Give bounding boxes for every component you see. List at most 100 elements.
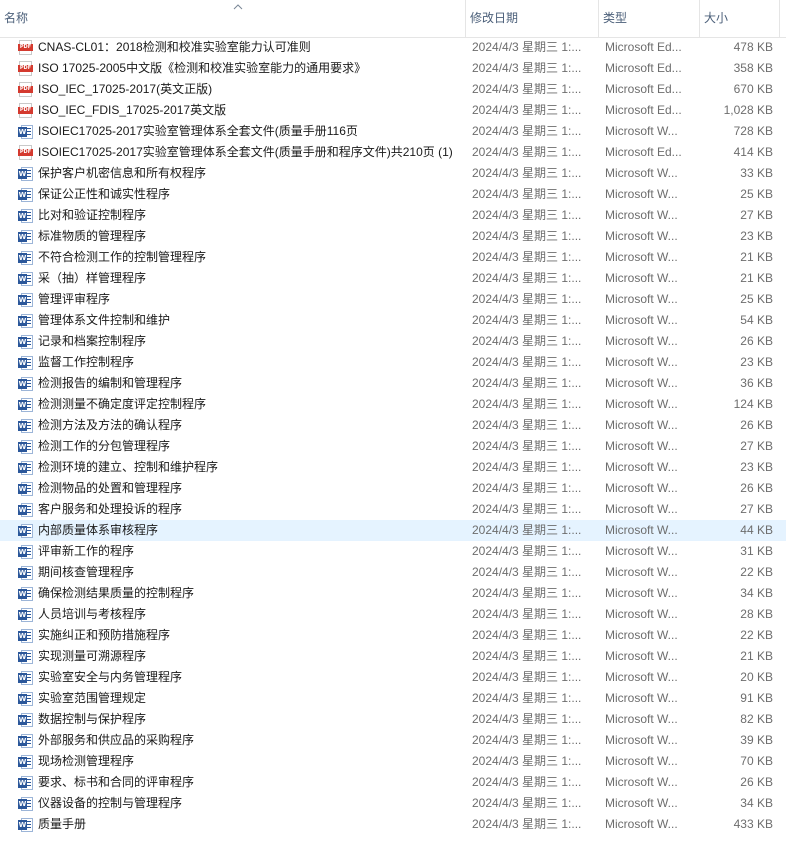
file-size: 21 KB	[740, 649, 773, 663]
file-row[interactable]: PDF CNAS-CL01：2018检测和校准实验室能力认可准则 2024/4/3 …	[0, 37, 786, 58]
word-file-icon: W	[18, 397, 33, 412]
file-row[interactable]: W 实验室安全与内务管理程序 2024/4/3 星期三 1:... Microsoft…	[0, 667, 786, 688]
file-name: 检测报告的编制和管理程序	[38, 376, 183, 390]
file-row[interactable]: W 检测工作的分包管理程序 2024/4/3 星期三 1:... Microsoft …	[0, 436, 786, 457]
file-size: 34 KB	[740, 586, 773, 600]
file-name: 实施纠正和预防措施程序	[38, 628, 171, 642]
file-row[interactable]: W 评审新工作的程序 2024/4/3 星期三 1:... Microsoft W..…	[0, 541, 786, 562]
file-row[interactable]: W 确保检测结果质量的控制程序 2024/4/3 星期三 1:... Microsof…	[0, 583, 786, 604]
file-name: 实现测量可溯源程序	[38, 649, 147, 663]
file-modified-date: 2024/4/3 星期三 1:...	[472, 397, 582, 411]
file-name: 客户服务和处理投诉的程序	[38, 502, 183, 516]
file-row[interactable]: W 不符合检测工作的控制管理程序 2024/4/3 星期三 1:... Microso…	[0, 247, 786, 268]
file-modified-date: 2024/4/3 星期三 1:...	[472, 670, 582, 684]
file-name: 检测物品的处置和管理程序	[38, 481, 183, 495]
file-row[interactable]: W 实施纠正和预防措施程序 2024/4/3 星期三 1:... Microsoft …	[0, 625, 786, 646]
file-name: 采（抽）样管理程序	[38, 271, 147, 285]
file-row[interactable]: W 检测报告的编制和管理程序 2024/4/3 星期三 1:... Microsoft…	[0, 373, 786, 394]
word-file-icon: W	[18, 418, 33, 433]
file-row[interactable]: W 实验室范围管理规定 2024/4/3 星期三 1:... Microsoft W.…	[0, 688, 786, 709]
file-row[interactable]: W 标准物质的管理程序 2024/4/3 星期三 1:... Microsoft W.…	[0, 226, 786, 247]
file-type: Microsoft Ed...	[605, 145, 682, 159]
file-row[interactable]: W 管理评审程序 2024/4/3 星期三 1:... Microsoft W... 2…	[0, 289, 786, 310]
file-name: 保证公正性和诚实性程序	[38, 187, 171, 201]
file-name: 监督工作控制程序	[38, 355, 135, 369]
word-file-icon: W	[18, 376, 33, 391]
file-row[interactable]: W 保证公正性和诚实性程序 2024/4/3 星期三 1:... Microsoft …	[0, 184, 786, 205]
file-size: 670 KB	[733, 82, 773, 96]
file-row[interactable]: W 要求、标书和合同的评审程序 2024/4/3 星期三 1:... Microsof…	[0, 772, 786, 793]
file-modified-date: 2024/4/3 星期三 1:...	[472, 334, 582, 348]
file-row[interactable]: W 采（抽）样管理程序 2024/4/3 星期三 1:... Microsoft W.…	[0, 268, 786, 289]
file-name: ISOIEC17025-2017实验室管理体系全套文件(质量手册116页	[38, 124, 358, 138]
file-row[interactable]: W 管理体系文件控制和维护 2024/4/3 星期三 1:... Microsoft …	[0, 310, 786, 331]
file-modified-date: 2024/4/3 星期三 1:...	[472, 103, 582, 117]
file-row[interactable]: PDF ISOIEC17025-2017实验室管理体系全套文件(质量手册和程序文件…	[0, 142, 786, 163]
file-row[interactable]: W 检测物品的处置和管理程序 2024/4/3 星期三 1:... Microsoft…	[0, 478, 786, 499]
file-size: 25 KB	[740, 187, 773, 201]
file-row[interactable]: W 现场检测管理程序 2024/4/3 星期三 1:... Microsoft W..…	[0, 751, 786, 772]
file-row[interactable]: W 记录和档案控制程序 2024/4/3 星期三 1:... Microsoft W.…	[0, 331, 786, 352]
file-row[interactable]: W ISOIEC17025-2017实验室管理体系全套文件(质量手册116页 202…	[0, 121, 786, 142]
file-modified-date: 2024/4/3 星期三 1:...	[472, 460, 582, 474]
file-type: Microsoft W...	[605, 754, 678, 768]
file-type: Microsoft W...	[605, 166, 678, 180]
file-name: 外部服务和供应品的采购程序	[38, 733, 195, 747]
file-type: Microsoft W...	[605, 292, 678, 306]
pdf-file-icon: PDF	[18, 103, 33, 118]
file-row[interactable]: W 人员培训与考核程序 2024/4/3 星期三 1:... Microsoft W.…	[0, 604, 786, 625]
file-row[interactable]: W 质量手册 2024/4/3 星期三 1:... Microsoft W... 433…	[0, 814, 786, 835]
file-row[interactable]: W 仪器设备的控制与管理程序 2024/4/3 星期三 1:... Microsoft…	[0, 793, 786, 814]
file-row[interactable]: W 检测测量不确定度评定控制程序 2024/4/3 星期三 1:... Microso…	[0, 394, 786, 415]
file-name: 记录和档案控制程序	[38, 334, 147, 348]
file-modified-date: 2024/4/3 星期三 1:...	[472, 61, 582, 75]
file-row[interactable]: W 客户服务和处理投诉的程序 2024/4/3 星期三 1:... Microsoft…	[0, 499, 786, 520]
file-size: 21 KB	[740, 250, 773, 264]
word-file-icon: W	[18, 355, 33, 370]
file-type: Microsoft W...	[605, 712, 678, 726]
file-row[interactable]: PDF ISO_IEC_FDIS_17025-2017英文版 2024/4/3 星期…	[0, 100, 786, 121]
file-row[interactable]: W 监督工作控制程序 2024/4/3 星期三 1:... Microsoft W..…	[0, 352, 786, 373]
word-file-icon: W	[18, 334, 33, 349]
file-name: ISO_IEC_17025-2017(英文正版)	[38, 82, 213, 96]
file-type: Microsoft W...	[605, 397, 678, 411]
file-row[interactable]: W 保护客户机密信息和所有权程序 2024/4/3 星期三 1:... Microso…	[0, 163, 786, 184]
file-row[interactable]: W 外部服务和供应品的采购程序 2024/4/3 星期三 1:... Microsof…	[0, 730, 786, 751]
file-row[interactable]: W 比对和验证控制程序 2024/4/3 星期三 1:... Microsoft W.…	[0, 205, 786, 226]
column-header-type[interactable]: 类型	[599, 0, 700, 37]
file-name: 检测工作的分包管理程序	[38, 439, 171, 453]
file-name: 实验室范围管理规定	[38, 691, 147, 705]
file-row[interactable]: W 实现测量可溯源程序 2024/4/3 星期三 1:... Microsoft W.…	[0, 646, 786, 667]
file-type: Microsoft W...	[605, 334, 678, 348]
file-size: 26 KB	[740, 481, 773, 495]
file-modified-date: 2024/4/3 星期三 1:...	[472, 439, 582, 453]
file-modified-date: 2024/4/3 星期三 1:...	[472, 754, 582, 768]
file-row[interactable]: W 检测环境的建立、控制和维护程序 2024/4/3 星期三 1:... Micros…	[0, 457, 786, 478]
file-size: 26 KB	[740, 418, 773, 432]
file-size: 36 KB	[740, 376, 773, 390]
file-modified-date: 2024/4/3 星期三 1:...	[472, 124, 582, 138]
file-type: Microsoft Ed...	[605, 61, 682, 75]
file-size: 1,028 KB	[723, 103, 773, 117]
file-name: 标准物质的管理程序	[38, 229, 147, 243]
file-row[interactable]: W 内部质量体系审核程序 2024/4/3 星期三 1:... Microsoft W…	[0, 520, 786, 541]
column-header-size[interactable]: 大小	[700, 0, 780, 37]
file-size: 478 KB	[733, 40, 773, 54]
column-header-name[interactable]: 名称	[0, 0, 466, 37]
file-modified-date: 2024/4/3 星期三 1:...	[472, 82, 582, 96]
file-row[interactable]: PDF ISO_IEC_17025-2017(英文正版) 2024/4/3 星期三 …	[0, 79, 786, 100]
file-row[interactable]: W 期间核查管理程序 2024/4/3 星期三 1:... Microsoft W..…	[0, 562, 786, 583]
file-row[interactable]: W 数据控制与保护程序 2024/4/3 星期三 1:... Microsoft W.…	[0, 709, 786, 730]
file-size: 31 KB	[740, 544, 773, 558]
file-row[interactable]: PDF ISO 17025-2005中文版《检测和校准实验室能力的通用要求》 202…	[0, 58, 786, 79]
file-type: Microsoft Ed...	[605, 82, 682, 96]
file-size: 27 KB	[740, 439, 773, 453]
column-header-date[interactable]: 修改日期	[466, 0, 599, 37]
file-size: 25 KB	[740, 292, 773, 306]
file-type: Microsoft W...	[605, 607, 678, 621]
file-type: Microsoft W...	[605, 313, 678, 327]
file-modified-date: 2024/4/3 星期三 1:...	[472, 523, 582, 537]
word-file-icon: W	[18, 607, 33, 622]
file-size: 54 KB	[740, 313, 773, 327]
file-row[interactable]: W 检测方法及方法的确认程序 2024/4/3 星期三 1:... Microsoft…	[0, 415, 786, 436]
